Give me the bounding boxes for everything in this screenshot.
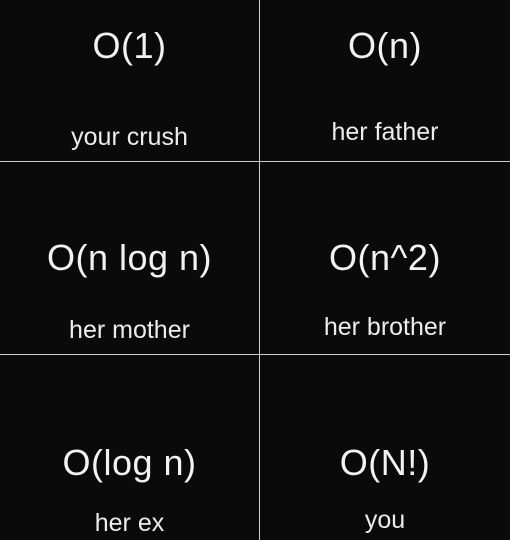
vertical-divider (259, 0, 260, 540)
person-label: her mother (69, 316, 190, 344)
person-label: your crush (71, 123, 188, 151)
cell-her-ex: O(log n) her ex (0, 355, 259, 540)
person-label: you (364, 506, 406, 534)
complexity-label: O(1) (92, 25, 167, 66)
complexity-label: O(log n) (62, 442, 197, 483)
cell-you: O(N!) you (260, 355, 510, 540)
complexity-label: O(N!) (339, 442, 431, 483)
person-label: her ex (94, 509, 165, 537)
complexity-label: O(n) (348, 25, 422, 66)
cell-her-mother: O(n log n) her mother (0, 162, 259, 354)
person-label: her brother (323, 313, 447, 341)
complexity-label: O(n log n) (46, 237, 213, 278)
complexity-meme-grid: O(1) your crush O(n) her father O(n log … (0, 0, 510, 540)
horizontal-divider-top (0, 161, 510, 162)
person-label: her father (331, 118, 439, 146)
cell-her-father: O(n) her father (260, 0, 510, 161)
cell-your-crush: O(1) your crush (0, 0, 259, 161)
horizontal-divider-bottom (0, 354, 510, 355)
complexity-label: O(n^2) (329, 237, 441, 278)
cell-her-brother: O(n^2) her brother (260, 162, 510, 354)
